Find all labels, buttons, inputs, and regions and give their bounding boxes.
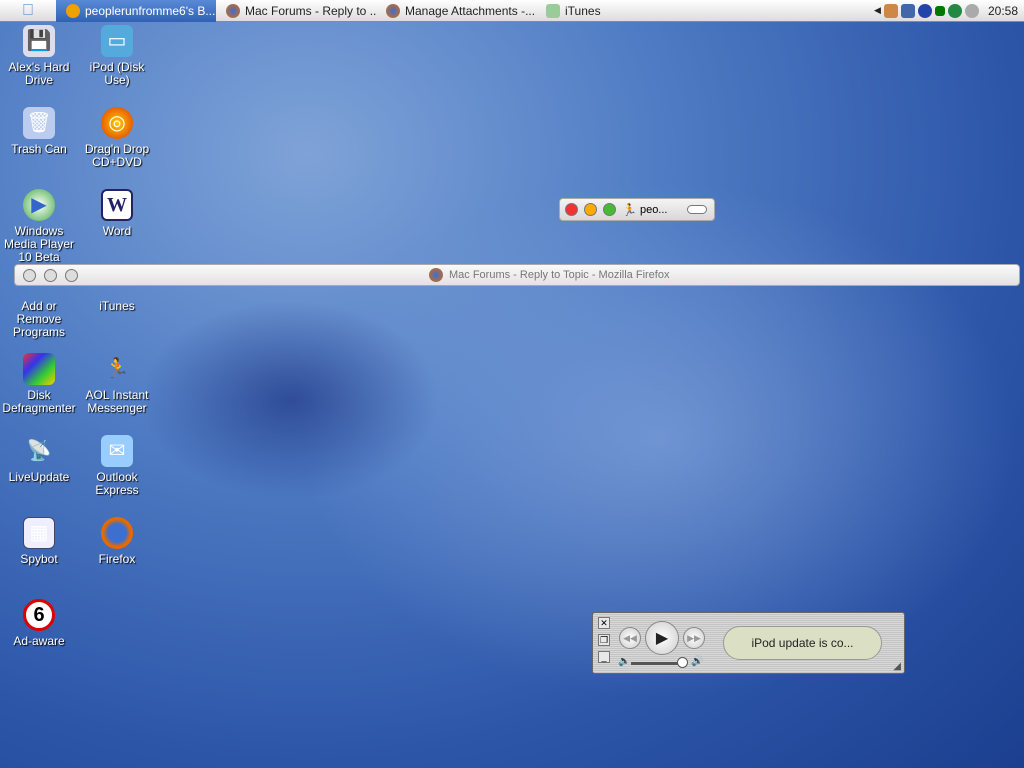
firefox-icon xyxy=(386,3,400,18)
desktop-icon-liveupdate[interactable]: 📡 LiveUpdate xyxy=(0,435,78,484)
clock: 20:58 xyxy=(987,3,1018,18)
aim-icon xyxy=(66,3,80,18)
desktop-icon-hard-drive[interactable]: 💾 Alex's Hard Drive xyxy=(0,25,78,87)
desktop-icon-itunes[interactable]: iTunes xyxy=(78,300,156,313)
desktop-icon-defrag[interactable]: Disk Defragmenter xyxy=(0,353,78,415)
liveupdate-icon: 📡 xyxy=(26,439,52,462)
task-firefox-reply[interactable]: Mac Forums - Reply to ... xyxy=(216,0,376,22)
trash-icon: 🗑 xyxy=(23,107,55,139)
outlook-express-icon: ✉ xyxy=(101,435,133,467)
spybot-tray-icon[interactable] xyxy=(964,3,979,18)
icon-label: AOL Instant Messenger xyxy=(85,388,149,415)
desktop-icon-outlook[interactable]: ✉ Outlook Express xyxy=(78,435,156,497)
globe-icon[interactable] xyxy=(947,3,962,18)
close-button[interactable] xyxy=(565,203,578,216)
aim-icon: 🏃 xyxy=(104,357,130,380)
icon-label: Add or Remove Programs xyxy=(12,299,65,339)
desktop-icon-adaware[interactable]: 6 Ad-aware xyxy=(0,599,78,648)
zoom-button[interactable] xyxy=(603,203,616,216)
volume-knob[interactable] xyxy=(677,657,688,668)
desktop-icon-firefox[interactable]: Firefox xyxy=(78,517,156,566)
hard-drive-icon: 💾 xyxy=(23,25,55,57)
window-title: Mac Forums - Reply to Topic - Mozilla Fi… xyxy=(449,269,670,281)
toolbar-toggle-button[interactable] xyxy=(687,205,707,214)
zoom-button[interactable] xyxy=(65,268,78,282)
desktop-icon-word[interactable]: W Word xyxy=(78,189,156,238)
desktop-icon-spybot[interactable]: ▦ Spybot xyxy=(0,517,78,566)
desktop-icon-aim[interactable]: 🏃 AOL Instant Messenger xyxy=(78,353,156,415)
status-display[interactable]: iPod update is co... xyxy=(723,626,882,660)
window-title: peo... xyxy=(639,203,668,216)
volume-high-icon: 🔊 xyxy=(691,656,704,667)
spybot-icon: ▦ xyxy=(23,517,55,549)
task-firefox-attachments[interactable]: Manage Attachments -... xyxy=(376,0,536,22)
desktop-icon-add-remove[interactable]: Add or Remove Programs xyxy=(0,300,78,339)
task-label: Manage Attachments -... xyxy=(405,3,536,18)
next-button[interactable]: ▶▶ xyxy=(683,627,705,649)
itunes-mini-player: ✕ ❐ _ ◀◀ ▶ ▶▶ 🔈 🔊 iPod update is co... ◢ xyxy=(592,612,905,674)
minimize-button[interactable] xyxy=(584,203,597,216)
firefox-icon xyxy=(429,268,443,282)
cd-dvd-icon: ◎ xyxy=(101,107,133,139)
aim-icon: 🏃 xyxy=(622,202,637,217)
defragmenter-icon xyxy=(23,353,55,385)
word-icon: W xyxy=(101,189,133,221)
system-tray: ◀ 20:58 xyxy=(874,3,1024,18)
media-player-icon: ▶ xyxy=(23,189,55,221)
firefox-window-titlebar[interactable]: Mac Forums - Reply to Topic - Mozilla Fi… xyxy=(14,264,1020,286)
task-itunes[interactable]: iTunes xyxy=(536,0,696,22)
minimize-icon[interactable]: _ xyxy=(598,651,610,663)
network-icon[interactable] xyxy=(900,3,915,18)
icon-label: Windows Media Player 10 Beta xyxy=(3,224,75,264)
desktop-icon-trash[interactable]: 🗑 Trash Can xyxy=(0,107,78,156)
close-button[interactable] xyxy=(23,268,36,282)
minimize-button[interactable] xyxy=(44,268,57,282)
icon-label: Spybot xyxy=(20,552,58,566)
icon-label: Disk Defragmenter xyxy=(2,388,76,415)
resize-grip-icon[interactable]: ◢ xyxy=(893,661,901,672)
aim-tray-icon[interactable] xyxy=(917,3,932,18)
apple-start-button[interactable]:  xyxy=(0,2,56,20)
icon-label: iTunes xyxy=(99,299,135,313)
icon-label: Outlook Express xyxy=(95,470,139,497)
taskbar:  peoplerunfromme6's B... Mac Forums - R… xyxy=(0,0,1024,22)
volume-low-icon: 🔈 xyxy=(618,656,631,667)
adaware-icon: 6 xyxy=(23,599,55,631)
tray-expand-icon[interactable]: ◀ xyxy=(874,5,881,16)
desktop-icon-wmp[interactable]: ▶ Windows Media Player 10 Beta xyxy=(0,189,78,264)
icon-label: LiveUpdate xyxy=(8,470,70,484)
tray-green-icon[interactable] xyxy=(934,5,945,16)
firefox-icon xyxy=(226,3,240,18)
task-label: Mac Forums - Reply to ... xyxy=(245,3,376,18)
task-aim[interactable]: peoplerunfromme6's B... xyxy=(56,0,216,22)
icon-label: Ad-aware xyxy=(13,634,65,648)
tray-app-icon[interactable] xyxy=(883,3,898,18)
icon-label: Alex's Hard Drive xyxy=(8,60,70,87)
icon-label: Drag'n Drop CD+DVD xyxy=(84,142,150,169)
task-label: peoplerunfromme6's B... xyxy=(85,3,216,18)
desktop-icon-ipod[interactable]: ▭ iPod (Disk Use) xyxy=(78,25,156,87)
ipod-disk-icon: ▭ xyxy=(101,25,133,57)
previous-button[interactable]: ◀◀ xyxy=(619,627,641,649)
wallpaper-swoosh xyxy=(140,300,440,500)
icon-label: Firefox xyxy=(98,552,136,566)
play-button[interactable]: ▶ xyxy=(645,621,679,655)
firefox-icon xyxy=(101,517,133,549)
itunes-icon xyxy=(546,3,560,18)
close-icon[interactable]: ✕ xyxy=(598,617,610,629)
task-label: iTunes xyxy=(565,3,601,18)
icon-label: Trash Can xyxy=(11,142,67,156)
icon-label: Word xyxy=(102,224,132,238)
title-group: Mac Forums - Reply to Topic - Mozilla Fi… xyxy=(429,268,669,282)
aim-window-titlebar[interactable]: 🏃 peo... xyxy=(559,198,715,221)
icon-label: iPod (Disk Use) xyxy=(89,60,145,87)
restore-icon[interactable]: ❐ xyxy=(598,634,610,646)
status-text: iPod update is co... xyxy=(751,636,854,650)
desktop-icon-dragndrop[interactable]: ◎ Drag'n Drop CD+DVD xyxy=(78,107,156,169)
